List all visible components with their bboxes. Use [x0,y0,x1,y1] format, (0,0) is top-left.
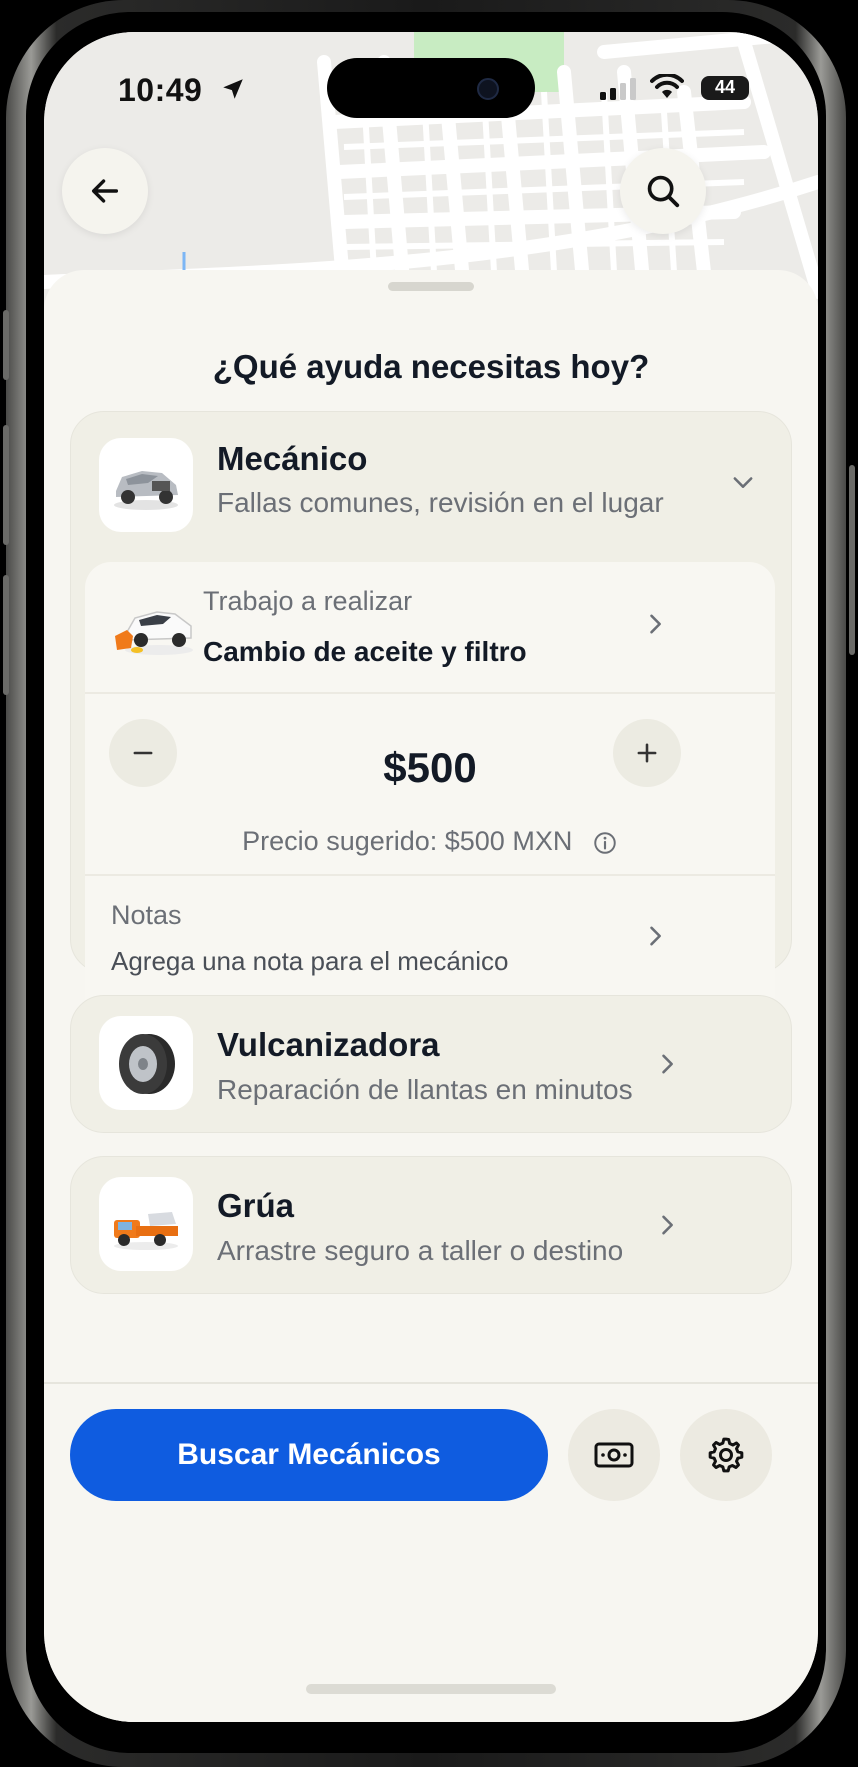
app-screen: 10:49 44 ¿Qué ayuda necesitas hoy? Mecán… [44,32,818,1722]
search-icon [647,175,680,208]
search-button[interactable] [620,148,706,234]
footer-divider [44,1382,818,1384]
power-button [849,465,855,655]
notes-placeholder: Agrega una nota para el mecánico [111,946,509,976]
settings-button[interactable] [680,1409,772,1501]
mechanic-header[interactable]: Mecánico Fallas comunes, revisión en el … [71,412,791,552]
service-card-tow[interactable]: Grúa Arrastre seguro a taller o destino [70,1156,792,1294]
sheet-grabber[interactable] [388,282,474,291]
volume-up-button [3,425,9,545]
status-time: 10:49 [118,72,203,108]
tire-title: Vulcanizadora [217,1026,440,1063]
tow-truck-icon [99,1177,193,1271]
increase-price-button[interactable] [613,719,681,787]
chevron-right-icon [650,926,661,946]
back-button[interactable] [62,148,148,234]
plus-icon [637,743,657,763]
tow-subtitle: Arrastre seguro a taller o destino [217,1235,624,1266]
tire-icon [99,1016,193,1110]
notes-label: Notas [111,900,182,930]
service-card-mechanic: Mecánico Fallas comunes, revisión en el … [70,411,792,1024]
battery-icon: 44 [701,76,749,100]
job-value: Cambio de aceite y filtro [203,636,527,667]
mechanic-details: Trabajo a realizar Cambio de aceite y fi… [85,562,775,1024]
arrow-left-icon [91,179,119,203]
battery-level: 44 [714,77,736,97]
service-card-tire[interactable]: Vulcanizadora Reparación de llantas en m… [70,995,792,1133]
silent-switch [3,310,9,380]
home-indicator [306,1684,556,1694]
mechanic-title: Mecánico [217,440,368,477]
tow-title: Grúa [217,1187,295,1224]
tire-subtitle: Reparación de llantas en minutos [217,1074,633,1105]
chevron-down-icon [733,477,753,488]
status-bar: 10:49 44 [44,32,818,142]
service-sheet: ¿Qué ayuda necesitas hoy? Mecánico Falla… [44,270,818,1722]
cash-icon [594,1442,634,1468]
volume-down-button [3,575,9,695]
car-chassis-icon [99,438,193,532]
location-arrow-icon [223,79,243,99]
info-icon[interactable] [592,830,618,856]
mechanic-subtitle: Fallas comunes, revisión en el lugar [217,487,664,518]
wifi-icon [650,74,684,98]
gear-icon [708,1437,744,1473]
payment-button[interactable] [568,1409,660,1501]
cellular-signal-icon [600,78,636,100]
camera-indicator [477,78,499,100]
suggested-price: Precio sugerido: $500 MXN [242,826,573,856]
job-label: Trabajo a realizar [203,586,413,616]
chevron-right-icon [650,614,661,634]
car-oil-icon [115,611,193,655]
dynamic-island [327,58,535,118]
chevron-right-icon [662,1215,673,1235]
chevron-right-icon [662,1054,673,1074]
suggested-price-row: Precio sugerido: $500 MXN [85,826,775,857]
sheet-title: ¿Qué ayuda necesitas hoy? [212,348,650,385]
divider [85,692,775,694]
search-mechanics-button[interactable]: Buscar Mecánicos [70,1409,548,1501]
job-selector[interactable]: Trabajo a realizar Cambio de aceite y fi… [85,562,775,692]
